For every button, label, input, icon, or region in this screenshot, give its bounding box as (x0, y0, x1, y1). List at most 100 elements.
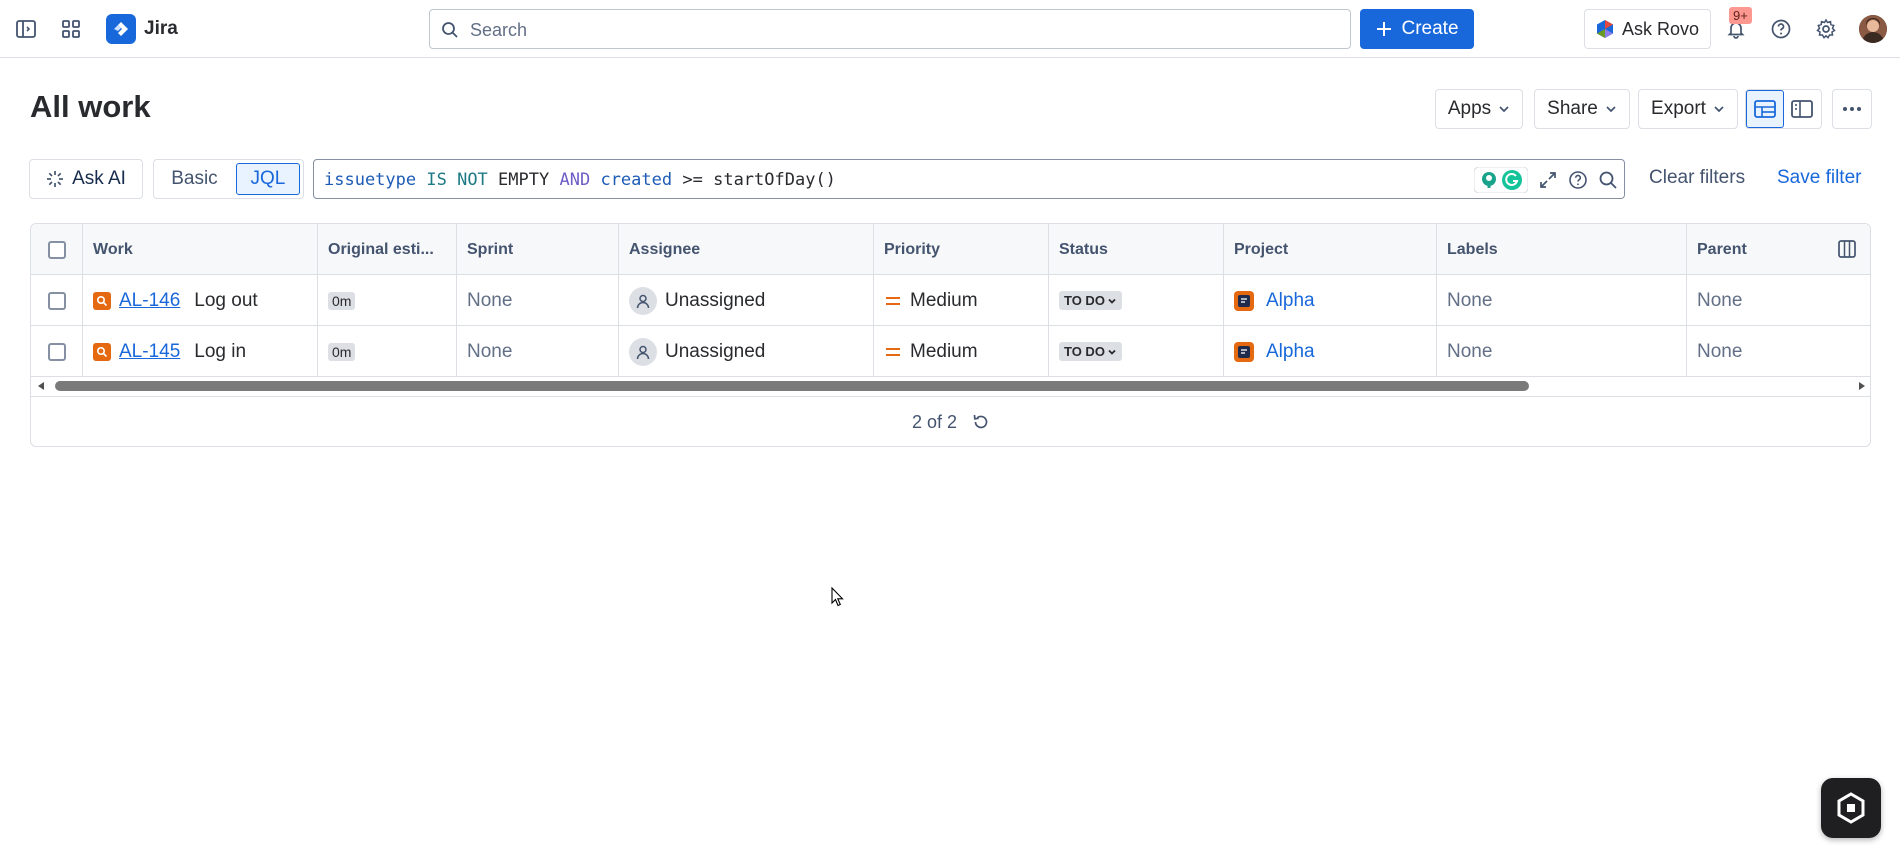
plus-icon (1377, 22, 1392, 36)
chevron-down-icon (1108, 298, 1116, 304)
column-header-work[interactable]: Work (82, 224, 317, 275)
labels-cell[interactable]: None (1436, 326, 1686, 377)
column-header-labels[interactable]: Labels (1436, 224, 1686, 275)
jql-query-input[interactable]: issuetype IS NOT EMPTY AND created >= st… (313, 159, 1625, 199)
column-header-project[interactable]: Project (1223, 224, 1436, 275)
jira-logo-icon[interactable] (106, 14, 136, 44)
detail-view-icon[interactable] (1784, 90, 1821, 128)
jql-token: EMPTY (498, 170, 550, 190)
status-label: TO DO (1064, 293, 1105, 308)
work-cell: AL-146 Log out (82, 275, 317, 326)
status-label: TO DO (1064, 344, 1105, 359)
sprint-cell[interactable]: None (456, 275, 618, 326)
rovo-chat-launcher-icon[interactable] (1821, 778, 1881, 838)
scrollbar-thumb[interactable] (55, 381, 1529, 391)
labels-cell[interactable]: None (1436, 275, 1686, 326)
expand-icon[interactable] (1538, 170, 1558, 190)
refresh-icon[interactable] (971, 412, 991, 432)
priority-label: Medium (910, 289, 978, 311)
issue-key-link[interactable]: AL-145 (119, 341, 180, 363)
status-dropdown[interactable]: TO DO (1059, 291, 1122, 310)
status-cell: TO DO (1048, 326, 1223, 377)
settings-gear-icon[interactable] (1812, 15, 1840, 43)
status-dropdown[interactable]: TO DO (1059, 342, 1122, 361)
table-row[interactable]: AL-146 Log out 0m None Unassigned Medium… (31, 275, 1870, 326)
parent-cell[interactable]: None (1686, 326, 1870, 377)
chevron-down-icon (1499, 106, 1509, 113)
jql-token: IS NOT (426, 170, 488, 190)
ai-sparkle-icon (47, 171, 64, 187)
jql-tools (1474, 164, 1618, 196)
chevron-down-icon (1108, 349, 1116, 355)
share-label: Share (1547, 98, 1598, 119)
notification-count-badge: 9+ (1729, 7, 1752, 24)
table-row[interactable]: AL-145 Log in 0m None Unassigned Medium … (31, 326, 1870, 377)
search-input[interactable]: Search (429, 9, 1351, 49)
chevron-down-icon (1714, 106, 1724, 113)
sidebar-toggle-icon[interactable] (12, 15, 40, 43)
column-header-priority[interactable]: Priority (873, 224, 1048, 275)
estimate-cell: 0m (317, 275, 456, 326)
view-toggle (1745, 89, 1822, 129)
sprint-cell[interactable]: None (456, 326, 618, 377)
save-filter-button[interactable]: Save filter (1777, 167, 1861, 189)
help-icon[interactable] (1767, 15, 1795, 43)
issue-key-link[interactable]: AL-146 (119, 290, 180, 312)
apps-label: Apps (1447, 98, 1492, 119)
assignee-cell[interactable]: Unassigned (618, 275, 873, 326)
app-name[interactable]: Jira (144, 18, 178, 40)
project-link[interactable]: Alpha (1266, 290, 1315, 312)
work-type-icon (93, 291, 111, 310)
ask-ai-label: Ask AI (72, 168, 126, 189)
parent-cell[interactable]: None (1686, 275, 1870, 326)
create-button[interactable]: Create (1360, 9, 1474, 49)
row-checkbox[interactable] (47, 342, 66, 361)
column-picker-icon[interactable] (1837, 239, 1857, 264)
user-avatar[interactable] (1859, 15, 1887, 43)
syntax-help-icon[interactable] (1568, 170, 1588, 190)
priority-label: Medium (910, 340, 978, 362)
ask-ai-button[interactable]: Ask AI (29, 159, 143, 199)
jql-token: >= (682, 170, 703, 190)
list-view-icon[interactable] (1746, 90, 1784, 128)
ask-rovo-button[interactable]: Ask Rovo (1584, 9, 1711, 49)
top-navigation: Jira Search Create Ask Rovo 9+ (0, 0, 1900, 58)
priority-medium-icon (886, 347, 900, 356)
share-dropdown-button[interactable]: Share (1534, 89, 1630, 129)
select-all-checkbox[interactable] (47, 240, 66, 259)
table-header: Work Original esti... Sprint Assignee Pr… (31, 224, 1870, 275)
apps-dropdown-button[interactable]: Apps (1435, 89, 1523, 129)
run-search-icon[interactable] (1598, 170, 1618, 190)
app-switcher-icon[interactable] (57, 15, 85, 43)
jql-token: startOfDay() (713, 170, 836, 190)
basic-mode-button[interactable]: Basic (157, 163, 232, 195)
grammarly-extension-icon[interactable] (1474, 167, 1528, 193)
ask-rovo-label: Ask Rovo (1621, 18, 1700, 39)
assignee-cell[interactable]: Unassigned (618, 326, 873, 377)
estimate-cell: 0m (317, 326, 456, 377)
priority-cell[interactable]: Medium (873, 326, 1048, 377)
export-dropdown-button[interactable]: Export (1638, 89, 1738, 129)
clear-filters-button[interactable]: Clear filters (1649, 167, 1745, 189)
scroll-left-arrow-icon[interactable] (36, 381, 46, 391)
estimate-value: 0m (328, 342, 356, 361)
search-placeholder: Search (470, 20, 528, 40)
project-link[interactable]: Alpha (1266, 341, 1315, 363)
horizontal-scrollbar[interactable] (31, 377, 1870, 395)
row-checkbox[interactable] (47, 291, 66, 310)
issue-summary[interactable]: Log in (194, 341, 246, 363)
work-type-icon (93, 342, 111, 361)
column-header-assignee[interactable]: Assignee (618, 224, 873, 275)
priority-cell[interactable]: Medium (873, 275, 1048, 326)
rovo-icon (1596, 20, 1613, 38)
project-avatar-icon (1234, 341, 1254, 362)
jql-token: created (600, 170, 673, 190)
more-actions-icon[interactable] (1832, 89, 1872, 129)
jql-mode-button[interactable]: JQL (235, 163, 300, 195)
priority-medium-icon (886, 296, 900, 305)
issue-summary[interactable]: Log out (194, 290, 257, 312)
column-header-status[interactable]: Status (1048, 224, 1223, 275)
scroll-right-arrow-icon[interactable] (1857, 381, 1867, 391)
column-header-estimate[interactable]: Original esti... (317, 224, 456, 275)
column-header-sprint[interactable]: Sprint (456, 224, 618, 275)
